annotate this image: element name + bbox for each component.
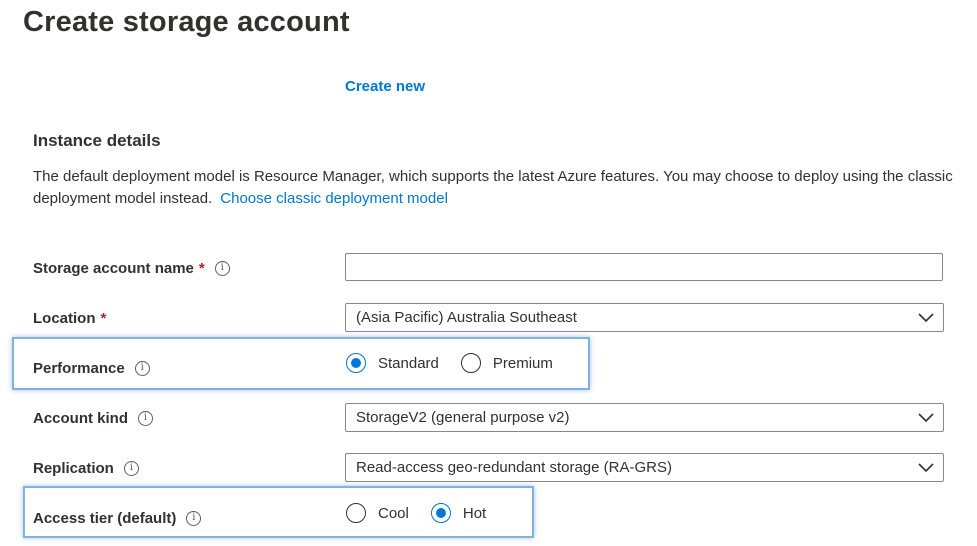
storage-account-name-input[interactable] xyxy=(345,253,943,281)
radio-label: Premium xyxy=(492,354,553,372)
access-tier-hot-radio[interactable]: Hot xyxy=(430,503,487,523)
required-asterisk: * xyxy=(100,309,107,327)
account-kind-label: Account kind i xyxy=(33,407,154,429)
radio-checked-icon xyxy=(346,353,366,373)
performance-radio-group: Standard Premium xyxy=(346,353,575,373)
location-label: Location * xyxy=(33,307,106,329)
replication-label: Replication i xyxy=(33,457,139,479)
required-asterisk: * xyxy=(198,259,205,277)
radio-checked-icon xyxy=(430,503,451,523)
info-icon[interactable]: i xyxy=(138,410,154,426)
instance-details-heading: Instance details xyxy=(33,131,161,150)
radio-unchecked-icon xyxy=(460,353,481,373)
radio-label: Hot xyxy=(462,504,487,522)
info-icon[interactable]: i xyxy=(134,360,150,376)
info-icon[interactable]: i xyxy=(123,460,139,476)
storage-account-name-label-text: Storage account name xyxy=(33,259,194,277)
account-kind-label-text: Account kind xyxy=(33,409,129,427)
create-storage-account-page: Create storage account Create new Instan… xyxy=(0,0,977,546)
storage-account-name-label: Storage account name * i xyxy=(33,257,230,279)
radio-label: Cool xyxy=(378,504,409,522)
replication-label-text: Replication xyxy=(33,459,114,477)
account-kind-selected-value: StorageV2 (general purpose v2) xyxy=(356,409,570,426)
account-kind-dropdown[interactable]: StorageV2 (general purpose v2) xyxy=(345,403,944,432)
classic-deployment-link[interactable]: Choose classic deployment model xyxy=(220,190,448,207)
create-new-link[interactable]: Create new xyxy=(345,78,425,95)
replication-dropdown[interactable]: Read-access geo-redundant storage (RA-GR… xyxy=(345,453,944,482)
performance-label: Performance i xyxy=(33,357,150,379)
access-tier-label-text: Access tier (default) xyxy=(33,509,177,527)
performance-standard-radio[interactable]: Standard xyxy=(346,353,439,373)
radio-unchecked-icon xyxy=(346,503,366,523)
radio-label: Standard xyxy=(378,354,439,372)
location-dropdown[interactable]: (Asia Pacific) Australia Southeast xyxy=(345,303,944,332)
access-tier-cool-radio[interactable]: Cool xyxy=(346,503,409,523)
chevron-down-icon xyxy=(918,463,934,473)
info-icon[interactable]: i xyxy=(214,260,230,276)
access-tier-label: Access tier (default) i xyxy=(33,507,202,529)
performance-label-text: Performance xyxy=(33,359,125,377)
location-selected-value: (Asia Pacific) Australia Southeast xyxy=(356,309,577,326)
page-title: Create storage account xyxy=(23,6,350,38)
replication-selected-value: Read-access geo-redundant storage (RA-GR… xyxy=(356,459,672,476)
info-icon[interactable]: i xyxy=(186,510,202,526)
chevron-down-icon xyxy=(918,413,934,423)
instance-details-description: The default deployment model is Resource… xyxy=(33,166,953,210)
performance-premium-radio[interactable]: Premium xyxy=(460,353,553,373)
description-text: The default deployment model is Resource… xyxy=(33,168,953,207)
location-label-text: Location xyxy=(33,309,96,327)
access-tier-radio-group: Cool Hot xyxy=(346,503,508,523)
chevron-down-icon xyxy=(918,313,934,323)
